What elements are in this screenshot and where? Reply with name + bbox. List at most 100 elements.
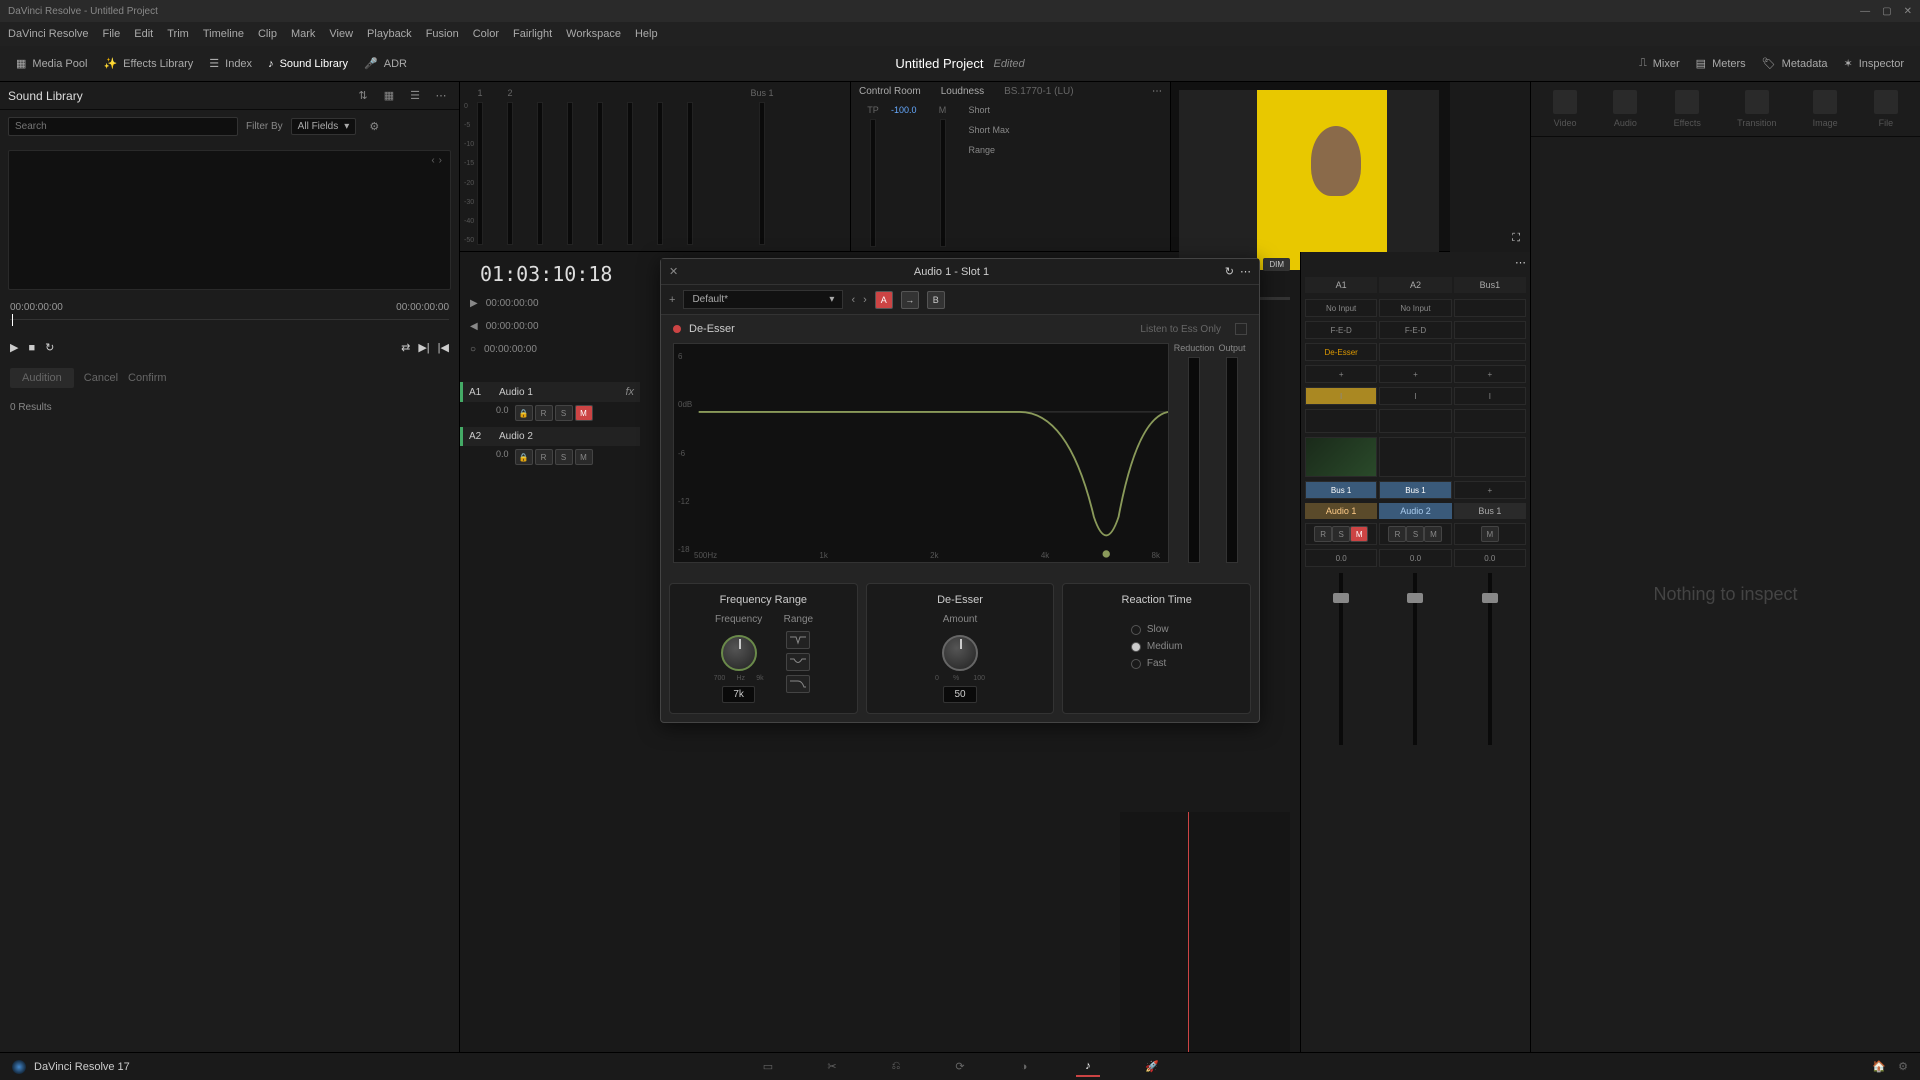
inspector-tab-transition[interactable]: Transition <box>1737 90 1776 128</box>
solo-button[interactable]: S <box>555 405 573 421</box>
input-cell[interactable]: No Input <box>1379 299 1451 317</box>
expand-icon[interactable]: ⛶ <box>1512 232 1520 245</box>
menu-item[interactable]: Fusion <box>426 28 459 40</box>
fader[interactable] <box>1413 573 1417 745</box>
lock-icon[interactable]: 🔒 <box>515 405 533 421</box>
record-button[interactable]: R <box>535 405 553 421</box>
media-pool-button[interactable]: ▦Media Pool <box>8 53 95 74</box>
add-effect[interactable]: + <box>1454 365 1526 383</box>
ab-b-button[interactable]: B <box>927 291 945 309</box>
sort-icon[interactable]: ⇅ <box>353 86 373 106</box>
insert-cell[interactable]: I <box>1379 387 1451 405</box>
listen-checkbox[interactable] <box>1235 323 1247 335</box>
ab-a-button[interactable]: A <box>875 291 893 309</box>
inspector-tab-file[interactable]: File <box>1874 90 1898 128</box>
inspector-tab-video[interactable]: Video <box>1553 90 1577 128</box>
fader[interactable] <box>1339 573 1343 745</box>
menu-item[interactable]: Clip <box>258 28 277 40</box>
eq-cell[interactable] <box>1305 409 1377 433</box>
mute-button[interactable]: M <box>575 449 593 465</box>
inspector-tab-image[interactable]: Image <box>1813 90 1838 128</box>
insert-cell[interactable]: I <box>1454 387 1526 405</box>
sound-library-button[interactable]: ♪Sound Library <box>260 54 356 74</box>
adr-button[interactable]: 🎤ADR <box>356 53 415 74</box>
confirm-button[interactable]: Confirm <box>128 372 167 384</box>
menu-item[interactable]: Trim <box>167 28 189 40</box>
menu-item[interactable]: Help <box>635 28 658 40</box>
add-effect[interactable]: + <box>1379 365 1451 383</box>
menu-item[interactable]: Edit <box>134 28 153 40</box>
page-cut[interactable]: ✂ <box>820 1057 844 1077</box>
range-shelf-button[interactable] <box>786 675 810 693</box>
stop-icon[interactable]: ■ <box>28 342 35 354</box>
inspector-button[interactable]: ✶Inspector <box>1836 53 1912 74</box>
prev-preset-icon[interactable]: ‹ <box>851 294 855 306</box>
minimize-icon[interactable]: — <box>1860 6 1870 17</box>
range-notch-button[interactable] <box>786 631 810 649</box>
search-input[interactable] <box>8 117 238 136</box>
more-icon[interactable]: ⋯ <box>1515 256 1526 269</box>
frequency-graph[interactable]: 6 0dB -6 -12 -18 500Hz 1k 2k 4k 8k <box>673 343 1169 563</box>
menu-item[interactable]: Playback <box>367 28 412 40</box>
record-button[interactable]: R <box>535 449 553 465</box>
index-button[interactable]: ☰Index <box>201 53 260 74</box>
more-icon[interactable]: ⋯ <box>431 86 451 106</box>
amount-value[interactable]: 50 <box>943 686 976 703</box>
dynamics-cell[interactable] <box>1305 437 1377 477</box>
reaction-medium[interactable]: Medium <box>1131 641 1183 652</box>
more-icon[interactable]: ⋯ <box>1152 86 1162 97</box>
skip-back-icon[interactable]: |◀ <box>438 341 449 354</box>
play-icon[interactable]: ▶ <box>470 298 478 309</box>
frequency-value[interactable]: 7k <box>722 686 755 703</box>
amount-knob[interactable] <box>942 635 978 671</box>
dim-button[interactable]: DIM <box>1263 258 1290 271</box>
maximize-icon[interactable]: ▢ <box>1882 6 1891 17</box>
reaction-slow[interactable]: Slow <box>1131 624 1169 635</box>
page-edit[interactable]: ⎌ <box>884 1057 908 1077</box>
reaction-fast[interactable]: Fast <box>1131 658 1166 669</box>
list-view-icon[interactable]: ☰ <box>405 86 425 106</box>
page-deliver[interactable]: 🚀 <box>1140 1057 1164 1077</box>
effects-library-button[interactable]: ✨Effects Library <box>95 53 201 74</box>
grid-view-icon[interactable]: ▦ <box>379 86 399 106</box>
swap-icon[interactable]: ⇄ <box>401 341 410 354</box>
close-icon[interactable]: ✕ <box>669 265 678 278</box>
ab-swap-button[interactable]: → <box>901 291 919 309</box>
playhead[interactable] <box>1188 812 1189 1052</box>
skip-fwd-icon[interactable]: ▶| <box>418 341 429 354</box>
menu-item[interactable]: Mark <box>291 28 315 40</box>
preset-dropdown[interactable]: Default*▾ <box>683 290 843 309</box>
order-cell[interactable]: F-E-D <box>1379 321 1451 339</box>
page-fairlight[interactable]: ♪ <box>1076 1057 1100 1077</box>
prev-icon[interactable]: ‹ <box>431 155 434 166</box>
meters-button[interactable]: ▤Meters <box>1688 53 1754 74</box>
timeline-waveform[interactable] <box>1120 812 1290 1052</box>
lock-icon[interactable]: 🔒 <box>515 449 533 465</box>
settings-icon[interactable]: ⚙ <box>1898 1060 1908 1073</box>
fader[interactable] <box>1488 573 1492 745</box>
bus-send[interactable]: Bus 1 <box>1305 481 1377 499</box>
mute-button[interactable]: M <box>575 405 593 421</box>
solo-button[interactable]: S <box>555 449 573 465</box>
effect-slot[interactable]: De-Esser <box>1305 343 1377 361</box>
menu-item[interactable]: Timeline <box>203 28 244 40</box>
order-cell[interactable]: F-E-D <box>1305 321 1377 339</box>
page-color[interactable]: ◑ <box>1012 1057 1036 1077</box>
loop-icon[interactable]: ↻ <box>45 341 54 354</box>
menu-item[interactable]: Color <box>473 28 499 40</box>
menu-item[interactable]: File <box>103 28 121 40</box>
page-media[interactable]: ▭ <box>756 1057 780 1077</box>
menu-item[interactable]: DaVinci Resolve <box>8 28 89 40</box>
rec-icon[interactable]: ◀ <box>470 321 478 332</box>
track-header[interactable]: A1 Audio 1 fx <box>460 382 640 402</box>
mixer-button[interactable]: ⎍Mixer <box>1631 53 1688 74</box>
cancel-button[interactable]: Cancel <box>84 372 118 384</box>
track-header[interactable]: A2 Audio 2 <box>460 427 640 446</box>
input-cell[interactable]: No Input <box>1305 299 1377 317</box>
loop-icon[interactable]: ○ <box>470 344 476 355</box>
add-effect[interactable]: + <box>1305 365 1377 383</box>
menu-item[interactable]: Fairlight <box>513 28 552 40</box>
close-icon[interactable]: ✕ <box>1904 6 1912 17</box>
audition-button[interactable]: Audition <box>10 368 74 388</box>
preview-scrubber[interactable] <box>10 319 449 333</box>
